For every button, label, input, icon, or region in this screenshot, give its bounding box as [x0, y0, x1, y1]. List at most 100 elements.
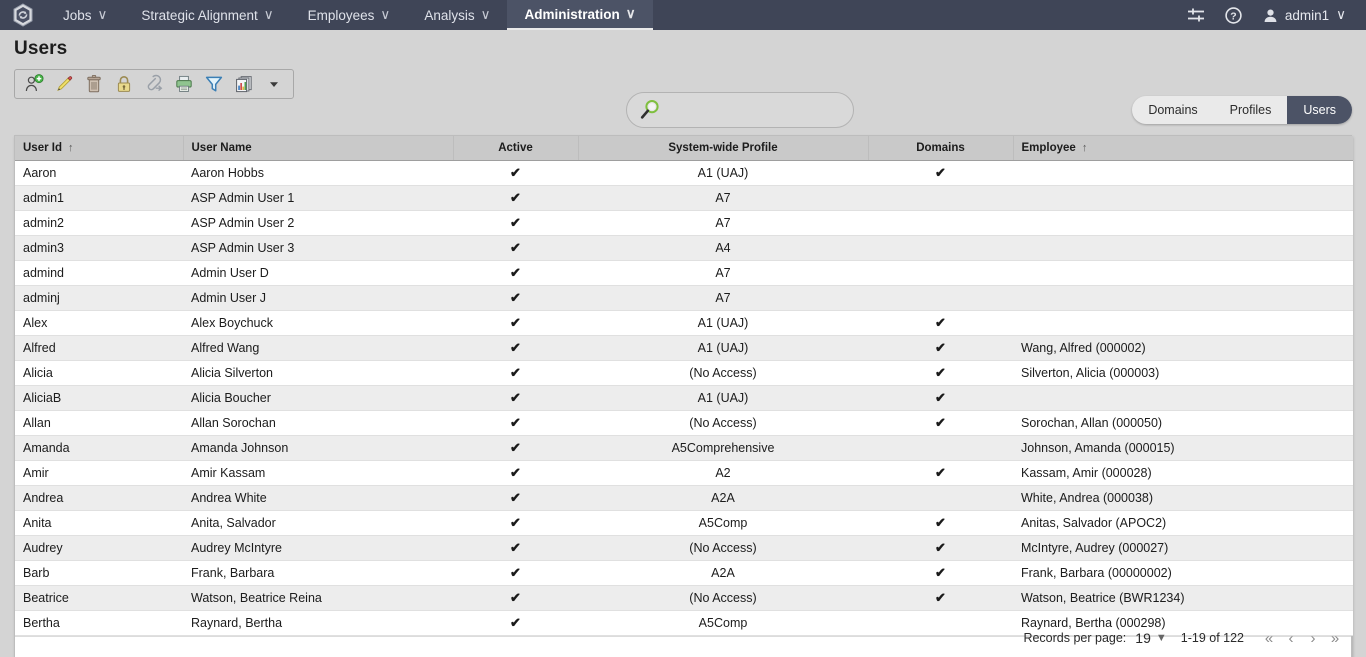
table-row[interactable]: Aaron Aaron Hobbs ✔ A1 (UAJ) ✔	[15, 160, 1353, 186]
cell-user-id: Aaron	[15, 160, 183, 186]
cell-domains	[868, 435, 1013, 461]
edit-button[interactable]	[49, 71, 79, 97]
table-row[interactable]: Alfred Alfred Wang ✔ A1 (UAJ) ✔ Wang, Alfred …	[15, 335, 1353, 361]
table-row[interactable]: admind Admin User D ✔ A7	[15, 260, 1353, 286]
toolbar-more-button[interactable]	[259, 71, 289, 97]
next-page-button[interactable]: ›	[1302, 627, 1324, 649]
cell-domains	[868, 235, 1013, 261]
delete-button[interactable]	[79, 71, 109, 97]
nav-item-strategic-alignment[interactable]: Strategic Alignment ∨	[124, 0, 290, 30]
cell-active: ✔	[453, 360, 578, 386]
cell-active: ✔	[453, 260, 578, 286]
column-label: User Name	[191, 141, 252, 154]
table-row[interactable]: Alex Alex Boychuck ✔ A1 (UAJ) ✔	[15, 310, 1353, 336]
cell-active: ✔	[453, 560, 578, 586]
cell-user-id: admin2	[15, 210, 183, 236]
table-row[interactable]: Amir Amir Kassam ✔ A2 ✔ Kassam, Amir (000028)	[15, 460, 1353, 486]
cell-employee	[1013, 385, 1353, 411]
last-page-button[interactable]: »	[1324, 627, 1346, 649]
column-header-active[interactable]: Active	[453, 136, 579, 161]
users-table: User Id ↑ User Name Active System-wide Pr…	[15, 136, 1353, 636]
add-user-button[interactable]	[19, 71, 49, 97]
filter-button[interactable]	[199, 71, 229, 97]
search-input[interactable]	[667, 95, 845, 125]
pencil-icon	[57, 76, 73, 91]
nav-item-administration[interactable]: Administration ∨	[507, 0, 653, 30]
first-page-button[interactable]: «	[1258, 627, 1280, 649]
cell-employee	[1013, 185, 1353, 211]
cell-user-id: Alicia	[15, 360, 183, 386]
table-row[interactable]: admin2 ASP Admin User 2 ✔ A7	[15, 210, 1353, 236]
lock-button[interactable]	[109, 71, 139, 97]
check-icon: ✔	[935, 164, 946, 180]
table-row[interactable]: adminj Admin User J ✔ A7	[15, 285, 1353, 311]
cell-user-name: ASP Admin User 1	[183, 185, 453, 211]
previous-page-button[interactable]: ‹	[1280, 627, 1302, 649]
records-per-page-label: Records per page:	[1023, 631, 1127, 645]
page-title: Users	[14, 38, 68, 59]
records-per-page-value[interactable]: 19	[1135, 630, 1151, 646]
help-button[interactable]: ?	[1217, 0, 1251, 30]
table-row[interactable]: admin1 ASP Admin User 1 ✔ A7	[15, 185, 1353, 211]
table-row[interactable]: Audrey Audrey McIntyre ✔ (No Access) ✔ McInty…	[15, 535, 1353, 561]
check-icon: ✔	[935, 314, 946, 330]
app-logo[interactable]	[0, 0, 46, 30]
column-header-employee[interactable]: Employee ↑	[1013, 136, 1353, 161]
table-row[interactable]: Alicia Alicia Silverton ✔ (No Access) ✔ Silve…	[15, 360, 1353, 386]
cell-domains: ✔	[868, 335, 1013, 361]
tab-profiles[interactable]: Profiles	[1214, 96, 1288, 124]
question-circle-icon: ?	[1225, 6, 1243, 24]
table-row[interactable]: AliciaB Alicia Boucher ✔ A1 (UAJ) ✔	[15, 385, 1353, 411]
cell-active: ✔	[453, 485, 578, 511]
user-menu[interactable]: admin1 ∨	[1255, 7, 1352, 23]
table-row[interactable]: Andrea Andrea White ✔ A2A White, Andrea (000…	[15, 485, 1353, 511]
report-button[interactable]	[229, 71, 259, 97]
cell-active: ✔	[453, 460, 578, 486]
column-header-user-name[interactable]: User Name	[183, 136, 454, 161]
cell-domains: ✔	[868, 460, 1013, 486]
check-icon: ✔	[935, 389, 946, 405]
cell-employee: Wang, Alfred (000002)	[1013, 335, 1353, 361]
cell-active: ✔	[453, 335, 578, 361]
check-icon: ✔	[510, 589, 521, 605]
chevron-down-icon: ∨	[380, 7, 391, 22]
records-per-page-dropdown-icon[interactable]: ▼	[1156, 632, 1167, 644]
search-box[interactable]	[626, 92, 854, 128]
nav-item-label: Analysis	[424, 7, 475, 23]
cell-employee: Kassam, Amir (000028)	[1013, 460, 1353, 486]
action-toolbar	[14, 69, 294, 99]
cell-user-name: Watson, Beatrice Reina	[183, 585, 453, 611]
nav-item-jobs[interactable]: Jobs ∨	[46, 0, 124, 30]
tab-users[interactable]: Users	[1287, 96, 1352, 124]
cell-system-wide-profile: A7	[578, 185, 868, 211]
table-row[interactable]: admin3 ASP Admin User 3 ✔ A4	[15, 235, 1353, 261]
cell-domains: ✔	[868, 510, 1013, 536]
nav-item-label: Strategic Alignment	[141, 7, 258, 23]
cell-user-id: adminj	[15, 285, 183, 311]
cell-system-wide-profile: (No Access)	[578, 535, 868, 561]
table-row[interactable]: Amanda Amanda Johnson ✔ A5Comprehensive John…	[15, 435, 1353, 461]
print-button[interactable]	[169, 71, 199, 97]
link-button[interactable]	[139, 71, 169, 97]
column-header-system-wide-profile[interactable]: System-wide Profile	[578, 136, 869, 161]
cell-domains: ✔	[868, 410, 1013, 436]
column-header-domains[interactable]: Domains	[868, 136, 1014, 161]
column-header-user-id[interactable]: User Id ↑	[15, 136, 184, 161]
cell-domains: ✔	[868, 360, 1013, 386]
check-icon: ✔	[510, 264, 521, 280]
cell-system-wide-profile: (No Access)	[578, 410, 868, 436]
cell-domains	[868, 285, 1013, 311]
svg-text:?: ?	[1231, 10, 1237, 22]
cell-user-id: Andrea	[15, 485, 183, 511]
table-row[interactable]: Barb Frank, Barbara ✔ A2A ✔ Frank, Barbara (0…	[15, 560, 1353, 586]
table-row[interactable]: Beatrice Watson, Beatrice Reina ✔ (No Acces…	[15, 585, 1353, 611]
table-row[interactable]: Allan Allan Sorochan ✔ (No Access) ✔ Sorochan…	[15, 410, 1353, 436]
cell-user-id: admind	[15, 260, 183, 286]
table-row[interactable]: Anita Anita, Salvador ✔ A5Comp ✔ Anitas, Salv…	[15, 510, 1353, 536]
settings-button[interactable]	[1179, 0, 1213, 30]
check-icon: ✔	[510, 364, 521, 380]
tab-domains[interactable]: Domains	[1132, 96, 1213, 124]
nav-item-employees[interactable]: Employees ∨	[291, 0, 408, 30]
nav-item-analysis[interactable]: Analysis ∨	[407, 0, 507, 30]
nav-right-actions: ? admin1 ∨	[1179, 0, 1366, 30]
